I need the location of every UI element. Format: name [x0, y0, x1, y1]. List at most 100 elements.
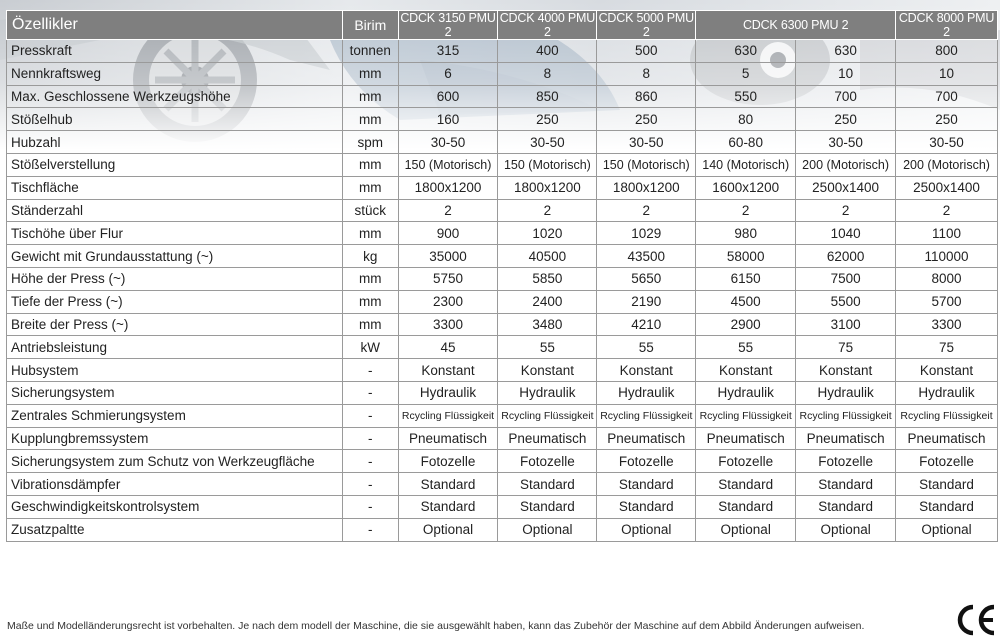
row-unit: -	[342, 449, 399, 474]
row-value: 1800x1200	[397, 175, 499, 200]
row-value: 2400	[497, 289, 598, 314]
row-value: Standard	[497, 472, 598, 496]
row-unit: kg	[342, 244, 399, 268]
row-feature: Vibrationsdämpfer	[5, 472, 344, 496]
row-value: Konstant	[596, 358, 697, 382]
table-row: Tischfläche mm 1800x1200 1800x1200 1800x1200…	[5, 175, 998, 200]
row-value: 8	[497, 61, 598, 86]
table-row: Kupplungbremssystem - Pneumatisch Pneumatis…	[5, 426, 998, 451]
row-value: 700	[895, 84, 998, 109]
row-feature: Hubsystem	[5, 358, 344, 382]
row-value: Standard	[596, 472, 697, 496]
row-unit: kW	[342, 335, 399, 360]
row-value: 4500	[695, 289, 797, 314]
row-value: Standard	[695, 494, 797, 519]
footer-note: Maße und Modelländerungsrecht ist vorbeh…	[7, 620, 865, 632]
table-row: Max. Geschlossene Werkzeugshöhe mm 600 850 8…	[5, 84, 998, 109]
row-value: 75	[795, 335, 897, 360]
row-value: 35000	[397, 244, 499, 268]
row-value: Rcycling Flüssigkeit	[397, 403, 499, 428]
row-value: Rcycling Flüssigkeit	[895, 403, 998, 428]
row-feature: Stößelhub	[5, 107, 344, 132]
row-feature: Presskraft	[5, 39, 344, 63]
row-value: Fotozelle	[795, 449, 897, 474]
row-value: 2	[497, 198, 598, 223]
row-value: Konstant	[895, 358, 998, 382]
row-value: 200 (Motorisch)	[795, 152, 897, 177]
row-feature: Sicherungsystem	[5, 380, 344, 405]
header-model: CDCK 3150 PMU 2	[397, 10, 499, 40]
row-value: 5650	[596, 266, 697, 291]
row-value: Standard	[596, 494, 697, 519]
table-row: Vibrationsdämpfer - Standard Standard Standa…	[5, 472, 998, 496]
row-value: 6	[397, 61, 499, 86]
row-value: 250	[497, 107, 598, 132]
row-value: 400	[497, 39, 598, 63]
row-unit: -	[342, 426, 399, 451]
row-value: 1040	[795, 221, 897, 246]
table-row: Antriebsleistung kW 45 55 55 55 75 75	[5, 335, 998, 360]
row-value: 1800x1200	[497, 175, 598, 200]
row-value: 150 (Motorisch)	[397, 152, 499, 177]
row-value: Standard	[497, 494, 598, 519]
row-value: 1020	[497, 221, 598, 246]
row-value: 5850	[497, 266, 598, 291]
row-value: 2	[596, 198, 697, 223]
row-value: 1800x1200	[596, 175, 697, 200]
row-value: 3300	[397, 312, 499, 337]
table-row: Stößelverstellung mm 150 (Motorisch) 150 (M…	[5, 152, 998, 177]
row-feature: Breite der Press (~)	[5, 312, 344, 337]
row-value: Fotozelle	[497, 449, 598, 474]
table-row: Hubzahl spm 30-50 30-50 30-50 60-80 30-50 30-50	[5, 130, 998, 154]
row-value: 55	[596, 335, 697, 360]
table-row: Geschwindigkeitskontrolsystem - Standard St…	[5, 494, 998, 519]
row-value: 700	[795, 84, 897, 109]
row-value: Standard	[895, 472, 998, 496]
row-value: Fotozelle	[596, 449, 697, 474]
row-value: Standard	[695, 472, 797, 496]
row-value: 55	[497, 335, 598, 360]
row-value: 850	[497, 84, 598, 109]
row-value: Optional	[397, 517, 499, 542]
row-feature: Geschwindigkeitskontrolsystem	[5, 494, 344, 519]
row-value: Pneumatisch	[895, 426, 998, 451]
row-value: 1600x1200	[695, 175, 797, 200]
row-value: Optional	[596, 517, 697, 542]
row-unit: mm	[342, 221, 399, 246]
header-model: CDCK 6300 PMU 2	[695, 10, 897, 40]
row-value: 1100	[895, 221, 998, 246]
row-value: 5750	[397, 266, 499, 291]
row-value: 80	[695, 107, 797, 132]
table-row: Breite der Press (~) mm 3300 3480 4210 2900 31…	[5, 312, 998, 337]
row-value: Optional	[895, 517, 998, 542]
row-value: Konstant	[497, 358, 598, 382]
row-value: 200 (Motorisch)	[895, 152, 998, 177]
specification-table: Özellikler Birim CDCK 3150 PMU 2 CDCK 400…	[5, 10, 998, 542]
row-unit: mm	[342, 266, 399, 291]
row-value: 3300	[895, 312, 998, 337]
row-feature: Tischfläche	[5, 175, 344, 200]
row-value: 8	[596, 61, 697, 86]
row-value: 2	[895, 198, 998, 223]
row-value: Hydraulik	[695, 380, 797, 405]
row-value: 150 (Motorisch)	[596, 152, 697, 177]
row-feature: Zentrales Schmierungsystem	[5, 403, 344, 428]
row-value: Hydraulik	[596, 380, 697, 405]
row-unit: mm	[342, 312, 399, 337]
row-value: 10	[895, 61, 998, 86]
row-value: 75	[895, 335, 998, 360]
row-value: Pneumatisch	[795, 426, 897, 451]
row-value: 8000	[895, 266, 998, 291]
row-value: Hydraulik	[397, 380, 499, 405]
row-value: 860	[596, 84, 697, 109]
row-unit: mm	[342, 107, 399, 132]
row-unit: -	[342, 517, 399, 542]
header-feature: Özellikler	[5, 10, 344, 40]
row-value: 600	[397, 84, 499, 109]
row-value: 160	[397, 107, 499, 132]
row-value: Optional	[497, 517, 598, 542]
row-value: Optional	[795, 517, 897, 542]
row-value: 4210	[596, 312, 697, 337]
header-model: CDCK 5000 PMU 2	[596, 10, 697, 40]
table-row: Ständerzahl stück 2 2 2 2 2 2	[5, 198, 998, 223]
